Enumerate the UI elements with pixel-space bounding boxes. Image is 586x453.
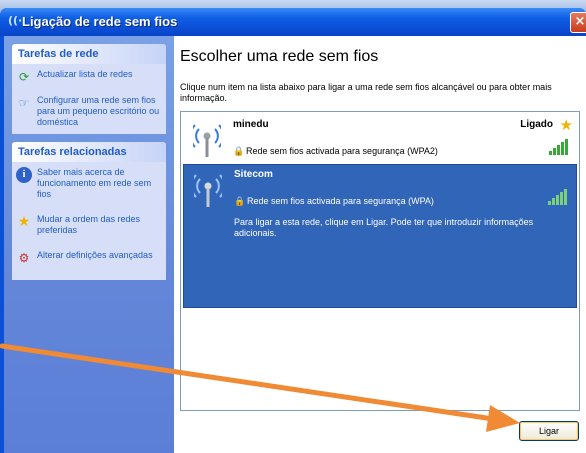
change-preferred-order-link[interactable]: ★ Mudar a ordem das redes preferidas [16,214,162,236]
network-ssid: minedu [233,119,269,130]
security-text: Rede sem fios activada para segurança (W… [247,196,434,206]
signal-strength-icon [549,139,571,155]
wireless-antenna-icon [193,124,221,157]
wireless-antenna-icon [194,174,222,207]
window-title: Ligação de rede sem fios [22,14,178,29]
task-label: Saber mais acerca de funcionamento em re… [37,167,152,199]
task-label: Mudar a ordem das redes preferidas [37,214,141,235]
connect-button[interactable]: Ligar [519,421,579,441]
network-list[interactable]: minedu Ligado ★ 🔒 Rede sem fios activada… [180,111,580,411]
network-item-minedu[interactable]: minedu Ligado ★ 🔒 Rede sem fios activada… [183,115,577,159]
advanced-settings-link[interactable]: ⚙ Alterar definições avançadas [16,250,162,266]
task-pane: Tarefas de rede ⟳ Actualizar lista de re… [4,36,174,453]
lock-icon: 🔒 [234,196,246,206]
signal-strength-icon [548,189,570,205]
refresh-network-list-link[interactable]: ⟳ Actualizar lista de redes [16,69,162,85]
setup-network-icon: ☞ [18,96,30,110]
star-icon: ★ [17,214,31,230]
lock-icon: 🔒 [233,146,245,156]
task-label: Configurar uma rede sem fios para um peq… [37,95,160,127]
preferred-star-icon: ★ [559,116,573,134]
page-title: Escolher uma rede sem fios [180,48,379,65]
wireless-connection-window: ((· Ligação de rede sem fios × Tarefas d… [0,8,586,453]
network-tasks-box: Tarefas de rede ⟳ Actualizar lista de re… [12,44,166,134]
main-pane: Escolher uma rede sem fios Clique num it… [174,36,586,453]
title-bar[interactable]: ((· Ligação de rede sem fios × [0,8,586,36]
network-tasks-header[interactable]: Tarefas de rede [12,44,166,64]
window-client-area: Tarefas de rede ⟳ Actualizar lista de re… [4,36,586,453]
related-tasks-box: Tarefas relacionadas i Saber mais acerca… [12,142,166,280]
network-ssid: Sitecom [234,169,273,180]
settings-icon: ⚙ [18,251,30,265]
security-info: 🔒 Rede sem fios activada para segurança … [233,146,438,156]
network-connect-hint: Para ligar a esta rede, clique em Ligar.… [234,217,534,238]
task-label: Actualizar lista de redes [37,69,133,79]
security-text: Rede sem fios activada para segurança (W… [246,146,438,156]
task-label: Alterar definições avançadas [37,250,153,260]
setup-network-link[interactable]: ☞ Configurar uma rede sem fios para um p… [16,95,162,128]
close-button[interactable]: × [570,12,586,33]
network-item-sitecom[interactable]: Sitecom 🔒 Rede sem fios activada para se… [183,164,577,308]
info-icon: i [16,167,32,183]
security-info: 🔒 Rede sem fios activada para segurança … [234,196,434,206]
learn-about-wireless-link[interactable]: i Saber mais acerca de funcionamento em … [16,167,162,200]
page-description: Clique num item na lista abaixo para lig… [180,82,552,103]
connection-status: Ligado [520,119,553,130]
wifi-icon: ((· [8,14,23,27]
refresh-icon: ⟳ [18,70,30,84]
related-tasks-header[interactable]: Tarefas relacionadas [12,142,166,162]
